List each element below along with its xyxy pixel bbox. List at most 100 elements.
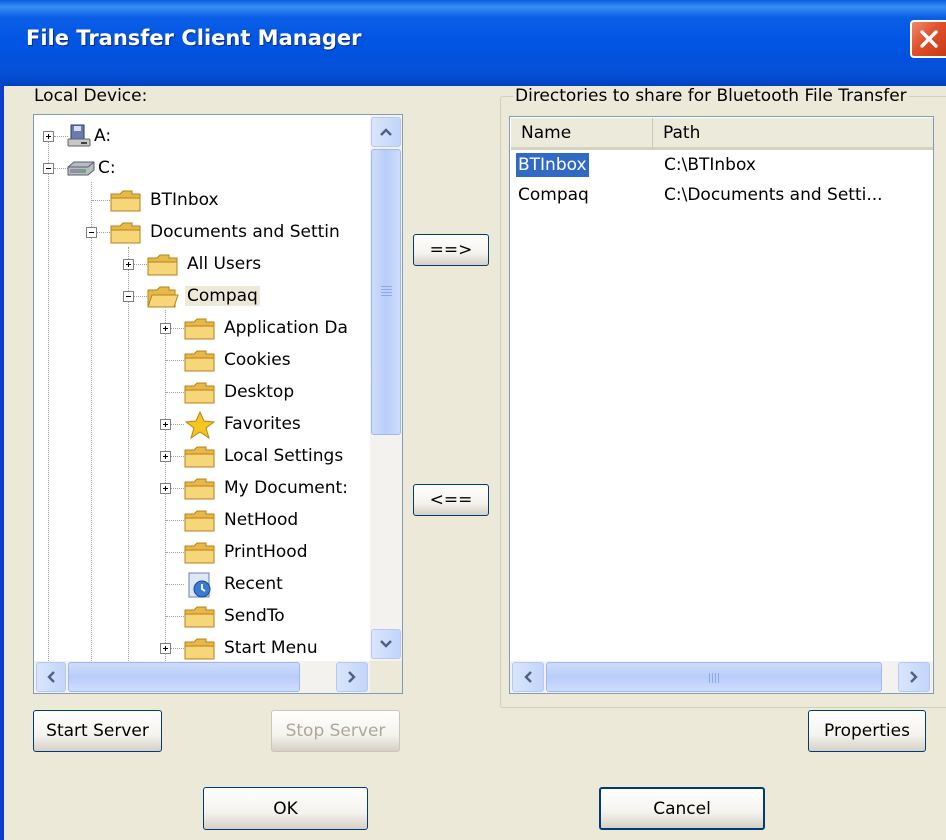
- tree-node-compaq[interactable]: Compaq: [36, 281, 260, 311]
- remove-directory-button[interactable]: <==: [413, 484, 489, 516]
- column-header-label: Path: [663, 122, 701, 143]
- expand-icon[interactable]: [160, 323, 171, 334]
- tree-node-label: Compaq: [185, 286, 260, 306]
- expand-icon[interactable]: [123, 259, 134, 270]
- tree-line: [134, 264, 147, 265]
- list-horizontal-scrollbar[interactable]: [510, 661, 933, 693]
- chevron-right-icon: [910, 671, 918, 683]
- scroll-left-button[interactable]: [512, 662, 544, 692]
- tree-node-label: My Document:: [224, 478, 348, 498]
- hard-drive-icon: [67, 161, 95, 176]
- tree-node-a-drive[interactable]: A:: [36, 121, 113, 151]
- list-cell-path: C:\BTInbox: [664, 155, 756, 175]
- tree-horizontal-scrollbar[interactable]: [34, 661, 370, 693]
- tree-node-btinbox[interactable]: BTInbox: [36, 185, 221, 215]
- tree-node-favorites[interactable]: Favorites: [36, 409, 303, 439]
- list-cell-path: C:\Documents and Setti...: [664, 185, 883, 205]
- grip-icon: [709, 673, 710, 683]
- folder-icon: [184, 478, 215, 500]
- chevron-up-icon: [380, 128, 392, 136]
- tree-vertical-scrollbar[interactable]: [370, 115, 402, 661]
- folder-icon: [184, 318, 215, 340]
- stop-server-button[interactable]: Stop Server: [271, 710, 400, 752]
- column-header-name[interactable]: Name: [511, 118, 653, 150]
- scroll-left-button[interactable]: [36, 662, 66, 692]
- folder-icon: [184, 446, 215, 468]
- tree-line: [134, 296, 147, 297]
- expand-icon[interactable]: [160, 483, 171, 494]
- tree-node-cookies[interactable]: Cookies: [36, 345, 293, 375]
- tree-line: [171, 648, 184, 649]
- collapse-icon[interactable]: [86, 227, 97, 238]
- close-button[interactable]: [910, 20, 946, 58]
- tree-node-label: BTInbox: [150, 190, 219, 210]
- scroll-right-button[interactable]: [898, 662, 930, 692]
- tree-content: A: C: BTInbox Documents and Settin All U…: [36, 117, 372, 663]
- tree-node-start-menu[interactable]: Start Menu: [36, 633, 320, 663]
- tree-node-label: SendTo: [224, 606, 285, 626]
- scroll-thumb[interactable]: [371, 149, 401, 435]
- local-device-tree[interactable]: A: C: BTInbox Documents and Settin All U…: [33, 114, 403, 694]
- tree-node-label: Desktop: [224, 382, 295, 402]
- scroll-thumb-horizontal[interactable]: [68, 662, 300, 692]
- chevron-left-icon: [524, 671, 532, 683]
- folder-icon: [184, 606, 215, 628]
- expand-icon[interactable]: [43, 131, 54, 142]
- tree-node-label: PrintHood: [224, 542, 308, 562]
- tree-node-my-documents[interactable]: My Document:: [36, 473, 350, 503]
- tree-line: [171, 424, 184, 425]
- chevron-right-icon: [348, 671, 356, 683]
- tree-node-desktop[interactable]: Desktop: [36, 377, 296, 407]
- tree-node-label: Application Da: [224, 318, 348, 338]
- chevron-left-icon: [47, 671, 55, 683]
- expand-icon[interactable]: [160, 451, 171, 462]
- folder-icon: [184, 350, 215, 372]
- close-icon: [920, 30, 938, 48]
- tree-node-recent[interactable]: Recent: [36, 569, 285, 599]
- tree-line: [171, 488, 184, 489]
- shared-directories-list[interactable]: Name Path BTInbox C:\BTInbox Compaq C:\D…: [509, 116, 934, 694]
- tree-node-c-drive[interactable]: C:: [36, 153, 118, 183]
- tree-node-label: NetHood: [224, 510, 299, 530]
- folder-icon: [110, 190, 141, 212]
- tree-node-application-data[interactable]: Application Da: [36, 313, 350, 343]
- tree-node-label: Documents and Settin: [150, 222, 340, 242]
- add-directory-button[interactable]: ==>: [413, 234, 489, 266]
- expand-icon[interactable]: [160, 643, 171, 654]
- tree-node-local-settings[interactable]: Local Settings: [36, 441, 345, 471]
- tree-node-sendto[interactable]: SendTo: [36, 601, 287, 631]
- chevron-down-icon: [380, 640, 392, 648]
- start-server-button[interactable]: Start Server: [33, 710, 162, 752]
- collapse-icon[interactable]: [43, 163, 54, 174]
- expand-icon[interactable]: [160, 419, 171, 430]
- column-header-label: Name: [521, 122, 572, 143]
- tree-line: [166, 616, 184, 617]
- properties-button[interactable]: Properties: [808, 710, 926, 752]
- window-title: File Transfer Client Manager: [26, 26, 362, 50]
- tree-node-label: C:: [98, 158, 116, 178]
- tree-node-nethood[interactable]: NetHood: [36, 505, 300, 535]
- tree-node-label: A:: [94, 126, 112, 146]
- tree-node-printhood[interactable]: PrintHood: [36, 537, 309, 567]
- scroll-up-button[interactable]: [371, 117, 401, 147]
- column-header-path[interactable]: Path: [653, 118, 933, 150]
- tree-line: [166, 392, 184, 393]
- title-bar[interactable]: File Transfer Client Manager: [0, 0, 946, 86]
- star-icon: [184, 411, 216, 439]
- collapse-icon[interactable]: [123, 291, 134, 302]
- scroll-down-button[interactable]: [371, 629, 401, 659]
- tree-node-all-users[interactable]: All Users: [36, 249, 263, 279]
- tree-line: [166, 520, 184, 521]
- tree-node-documents-and-settings[interactable]: Documents and Settin: [36, 217, 342, 247]
- scroll-right-button[interactable]: [336, 662, 368, 692]
- tree-line: [92, 200, 110, 201]
- scroll-thumb-horizontal[interactable]: [546, 662, 882, 692]
- cancel-button[interactable]: Cancel: [599, 787, 765, 830]
- open-folder-icon: [147, 286, 179, 308]
- tree-line: [166, 584, 184, 585]
- tree-line: [97, 232, 110, 233]
- list-cell-name: BTInbox: [516, 153, 589, 177]
- scroll-corner: [370, 661, 402, 693]
- ok-button[interactable]: OK: [203, 787, 368, 830]
- tree-node-label: Cookies: [224, 350, 291, 370]
